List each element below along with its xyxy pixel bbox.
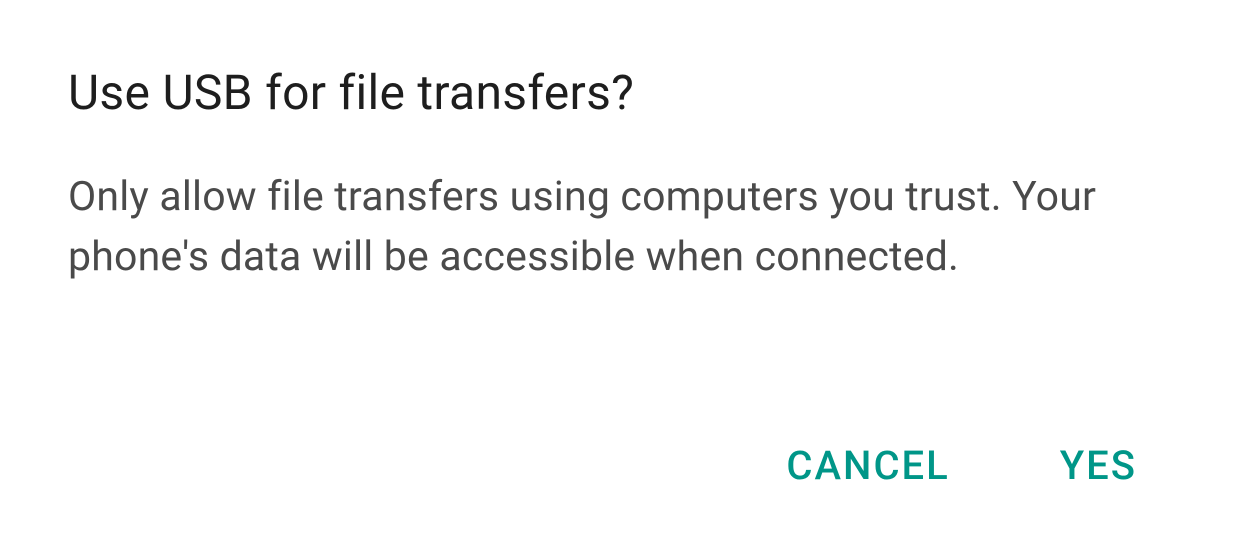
- usb-dialog: Use USB for file transfers? Only allow f…: [0, 0, 1237, 547]
- dialog-title: Use USB for file transfers?: [68, 65, 1169, 120]
- cancel-button[interactable]: CANCEL: [786, 442, 949, 489]
- dialog-actions: CANCEL YES: [786, 442, 1137, 489]
- dialog-message: Only allow file transfers using computer…: [68, 168, 1118, 287]
- yes-button[interactable]: YES: [1060, 442, 1137, 489]
